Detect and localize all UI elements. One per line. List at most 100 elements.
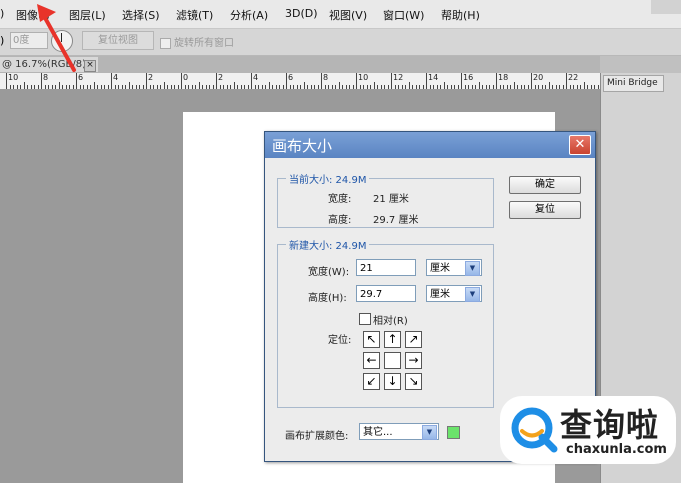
ok-button[interactable]: 确定	[509, 176, 581, 194]
anchor-center-button[interactable]	[384, 352, 401, 369]
ruler-tick	[517, 85, 518, 89]
ruler-tick	[506, 85, 508, 89]
ruler-tick	[450, 85, 452, 89]
ruler-tick	[170, 85, 172, 89]
new-height-input[interactable]: 29.7	[356, 285, 416, 302]
menu-help[interactable]: 帮助(H)	[441, 7, 480, 23]
ruler-tick	[559, 85, 560, 89]
mini-bridge-tab[interactable]: Mini Bridge	[603, 75, 664, 92]
ruler-tick	[48, 85, 49, 89]
ruler-tick	[520, 85, 522, 89]
ruler-tick	[160, 85, 161, 89]
ruler-tick	[419, 85, 420, 89]
ruler-tick	[72, 85, 74, 89]
ruler-label: 10	[358, 73, 369, 82]
ruler-tick	[247, 85, 249, 89]
ruler-label: 6	[288, 73, 294, 82]
anchor-se-button[interactable]: ↘	[405, 373, 422, 390]
anchor-w-button[interactable]: ←	[363, 352, 380, 369]
anchor-e-button[interactable]: →	[405, 352, 422, 369]
ruler-tick	[163, 82, 165, 89]
new-size-legend: 新建大小: 24.9M	[286, 237, 370, 252]
anchor-s-button[interactable]: ↓	[384, 373, 401, 390]
ruler-tick	[555, 85, 557, 89]
ruler-label: 10	[8, 73, 19, 82]
ruler-tick	[58, 82, 60, 89]
ruler-label: 2	[218, 73, 224, 82]
current-height-value: 29.7 厘米	[373, 215, 419, 226]
current-width-label: 宽度:	[328, 194, 352, 205]
menu-filter[interactable]: 滤镜(T)	[176, 7, 213, 23]
ruler-tick	[62, 85, 63, 89]
ruler-tick	[594, 85, 595, 89]
ruler-tick	[20, 85, 21, 89]
rotate-all-windows-option[interactable]: 旋转所有窗口	[160, 34, 234, 49]
extension-color-swatch[interactable]	[447, 426, 460, 439]
anchor-nw-button[interactable]: ↖	[363, 331, 380, 348]
ruler-tick	[149, 85, 151, 89]
ruler-tick	[328, 85, 329, 89]
magnifier-logo-icon	[511, 407, 558, 453]
menu-bar: ) 图像(I) 图层(L) 选择(S) 滤镜(T) 分析(A) 3D(D) 视图…	[0, 0, 681, 29]
extension-color-value: 其它...	[363, 427, 393, 438]
ruler-tick	[415, 85, 417, 89]
ruler-tick	[576, 85, 578, 89]
panel-dock-header	[600, 56, 681, 73]
menu-analysis[interactable]: 分析(A)	[230, 7, 268, 23]
new-width-input[interactable]: 21	[356, 259, 416, 276]
height-unit-select[interactable]: 厘米 ▼	[426, 285, 482, 302]
anchor-n-button[interactable]: ↑	[384, 331, 401, 348]
menu-select[interactable]: 选择(S)	[122, 7, 160, 23]
ruler-tick	[482, 85, 483, 89]
ruler-tick	[230, 85, 231, 89]
ruler-tick	[380, 85, 382, 89]
relative-checkbox[interactable]	[359, 313, 371, 325]
ruler-label: 18	[498, 73, 509, 82]
ruler-tick	[457, 85, 459, 89]
ruler-tick	[496, 73, 497, 89]
menu-fragment: )	[0, 7, 5, 20]
close-icon[interactable]: ✕	[569, 135, 591, 155]
ruler-tick	[205, 85, 207, 89]
ruler-tick	[107, 85, 109, 89]
ruler-tick	[240, 85, 242, 89]
ruler-tick	[366, 85, 368, 89]
anchor-sw-button[interactable]: ↙	[363, 373, 380, 390]
watermark-domain: chaxunla.com	[566, 442, 667, 457]
ruler-tick	[268, 82, 270, 89]
ruler-tick	[37, 85, 39, 89]
ruler-tick	[464, 85, 466, 89]
ruler-tick	[181, 73, 182, 89]
current-size-group: 当前大小: 24.9M 宽度: 21 厘米 高度: 29.7 厘米	[277, 171, 494, 228]
ruler-tick	[244, 85, 245, 89]
ruler-tick	[135, 85, 137, 89]
ruler-tick	[272, 85, 273, 89]
ruler-tick	[552, 85, 553, 89]
ruler-label: 2	[148, 73, 154, 82]
ruler-tick	[104, 85, 105, 89]
ruler-tick	[545, 85, 546, 89]
ruler-label: 0	[183, 73, 189, 82]
ruler-tick	[97, 85, 98, 89]
ruler-tick	[156, 85, 158, 89]
menu-3d[interactable]: 3D(D)	[285, 7, 318, 20]
ruler-tick	[296, 85, 298, 89]
ruler-tick	[538, 85, 539, 89]
ruler-tick	[55, 85, 56, 89]
height-unit-value: 厘米	[430, 289, 450, 300]
ruler-tick	[265, 85, 266, 89]
extension-color-select[interactable]: 其它... ▼	[359, 423, 439, 440]
reset-button[interactable]: 复位	[509, 201, 581, 219]
ruler-label: 8	[323, 73, 329, 82]
dialog-title-bar[interactable]: 画布大小 ✕	[265, 132, 595, 158]
menu-window[interactable]: 窗口(W)	[383, 7, 424, 23]
anchor-ne-button[interactable]: ↗	[405, 331, 422, 348]
ruler-tick	[132, 85, 133, 89]
ruler-tick	[209, 85, 210, 89]
ruler-tick	[597, 85, 599, 89]
width-unit-select[interactable]: 厘米 ▼	[426, 259, 482, 276]
menu-view[interactable]: 视图(V)	[329, 7, 367, 23]
anchor-label: 定位:	[328, 335, 352, 346]
watermark-logo: 查询啦 chaxunla.com	[500, 396, 676, 464]
rotate-all-checkbox[interactable]	[160, 37, 171, 49]
